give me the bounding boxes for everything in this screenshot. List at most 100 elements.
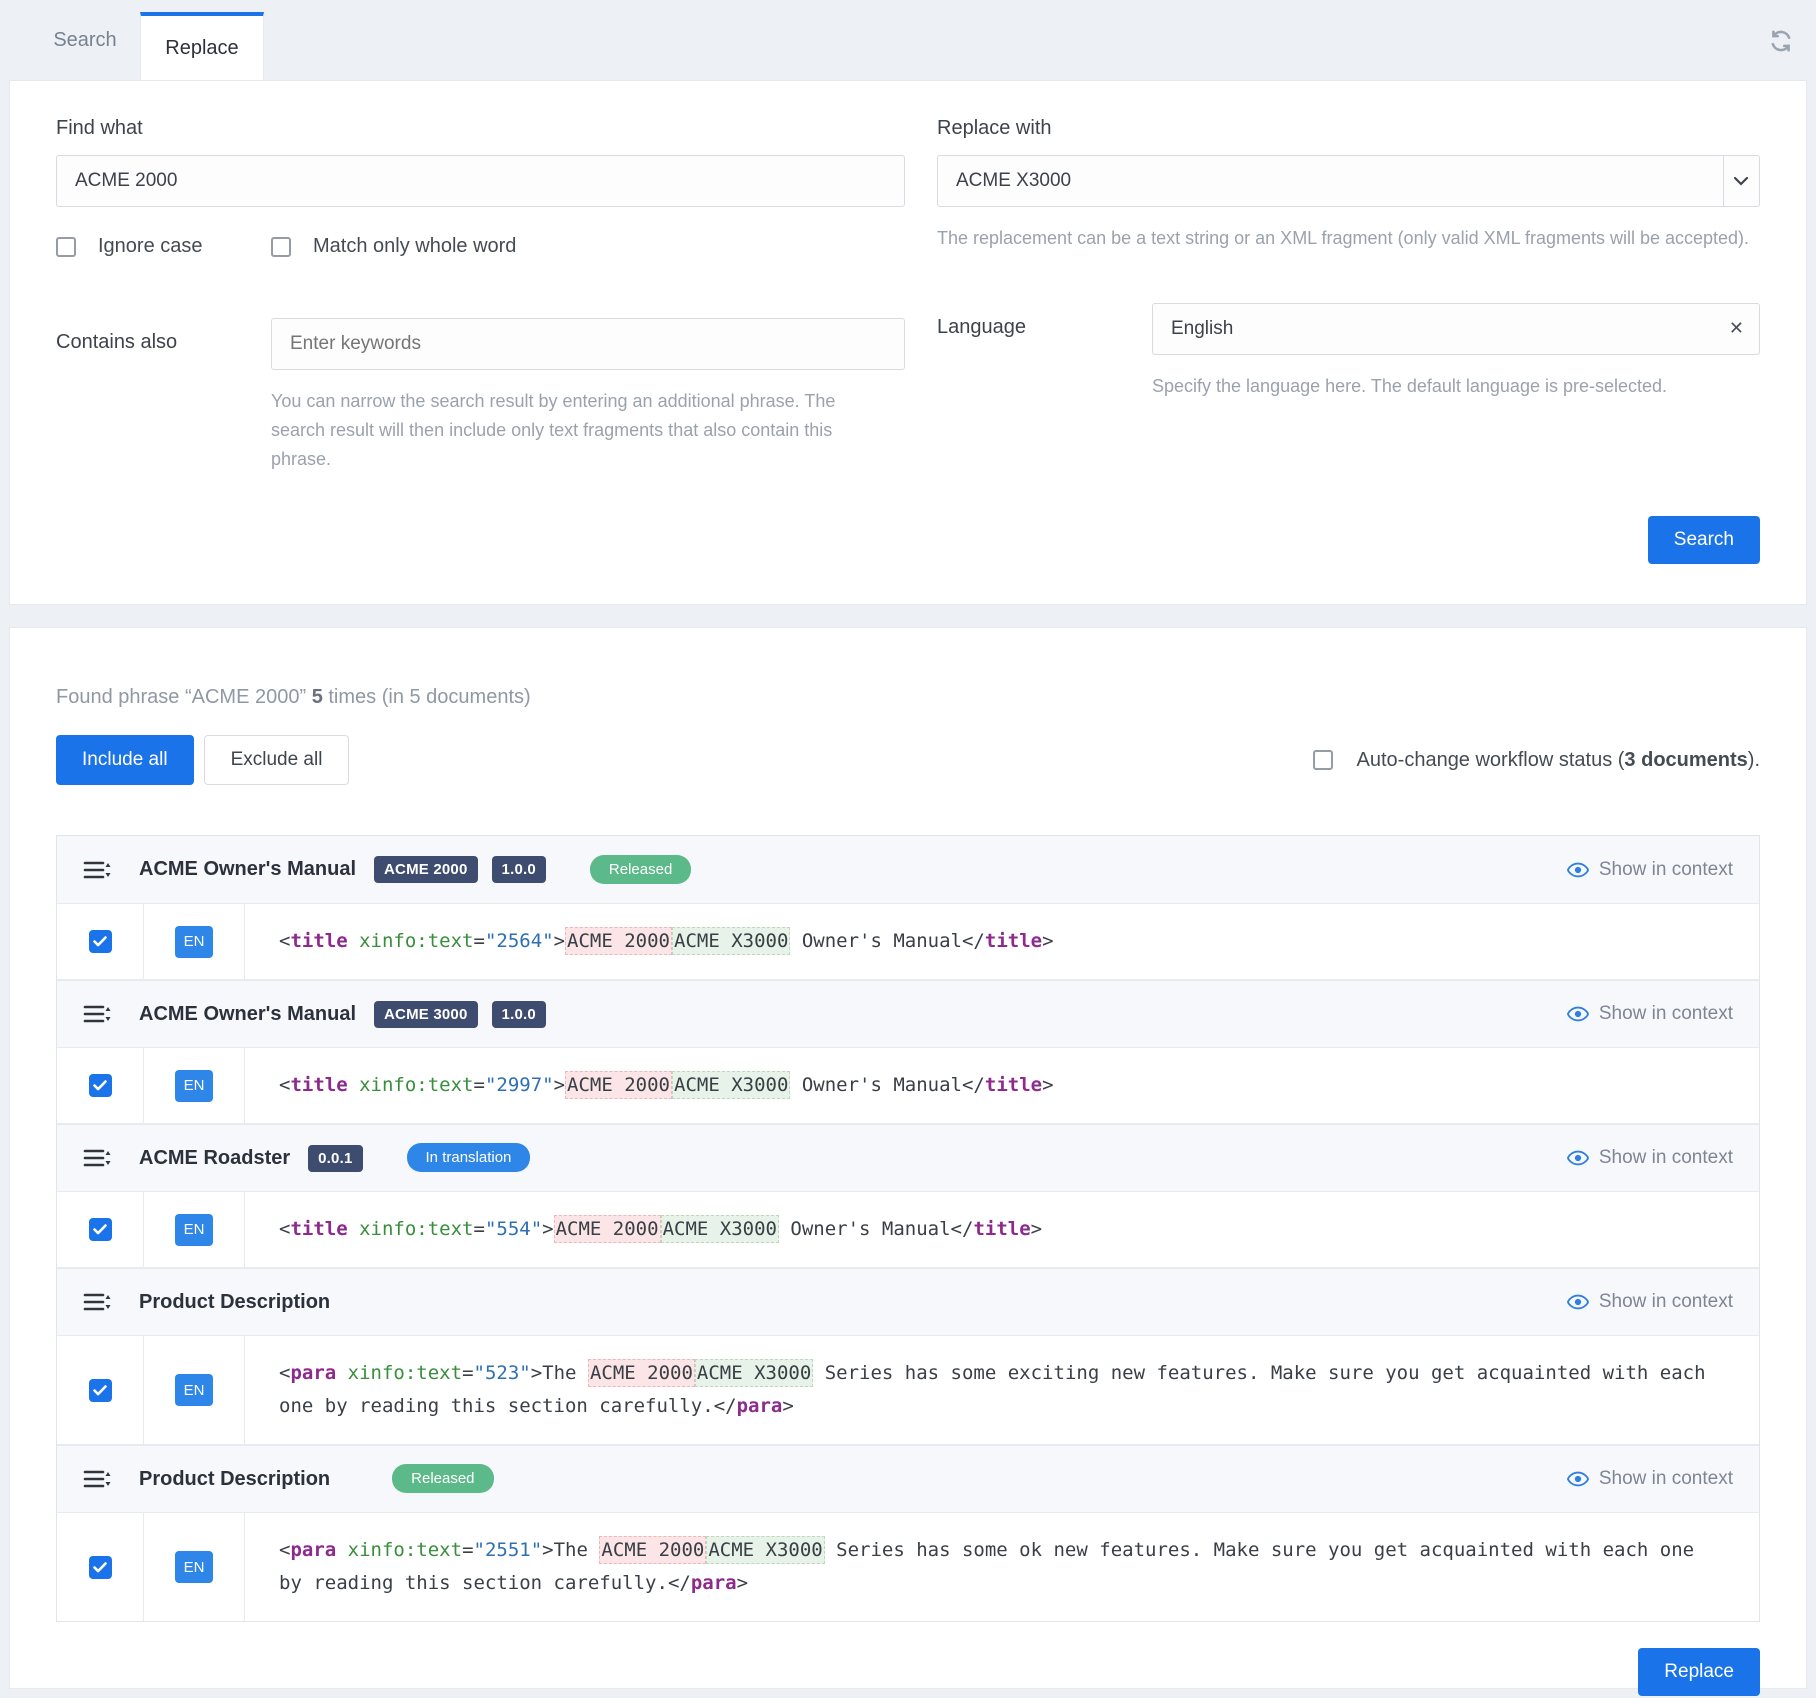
code-segment-punct: [348, 930, 359, 952]
code-segment-punct: <: [279, 1218, 290, 1240]
match-checkbox[interactable]: [89, 930, 112, 953]
find-what-input[interactable]: [56, 155, 905, 207]
match-row: EN <para xinfo:text="2551">The ACME 2000…: [57, 1513, 1759, 1621]
code-segment-old: ACME 2000: [599, 1536, 706, 1564]
language-help: Specify the language here. The default l…: [1152, 372, 1760, 401]
document-title: ACME Owner's Manual: [139, 1003, 356, 1026]
document-title: ACME Roadster: [139, 1147, 290, 1170]
document-group-header: Product Description Show in context: [57, 1268, 1759, 1336]
code-segment-punct: =: [462, 1539, 473, 1561]
contains-also-input[interactable]: [271, 318, 905, 370]
search-replace-panel: Find what Ignore case Match only whole w…: [9, 80, 1807, 605]
group-status: Released: [590, 861, 691, 879]
code-segment-old: ACME 2000: [565, 927, 672, 955]
match-row: EN <title xinfo:text="554">ACME 2000ACME…: [57, 1192, 1759, 1268]
reorder-handle-icon[interactable]: [83, 859, 111, 881]
code-line: <para xinfo:text="2551">The ACME 2000ACM…: [279, 1534, 1725, 1600]
reorder-handle-icon[interactable]: [83, 1291, 111, 1313]
code-segment-tag: para: [691, 1572, 737, 1594]
code-segment-tag: title: [290, 1074, 347, 1096]
show-in-context-label: Show in context: [1599, 1468, 1733, 1490]
code-segment-new: ACME X3000: [672, 1071, 790, 1099]
eye-icon: [1567, 1006, 1589, 1022]
show-in-context-link[interactable]: Show in context: [1567, 1003, 1733, 1025]
language-badge: EN: [175, 926, 213, 958]
document-title: Product Description: [139, 1291, 330, 1314]
replace-with-dropdown-button[interactable]: [1724, 155, 1760, 207]
code-segment-punct: </: [951, 1218, 974, 1240]
match-checkbox[interactable]: [89, 1074, 112, 1097]
code-segment-old: ACME 2000: [565, 1071, 672, 1099]
reorder-handle-icon[interactable]: [83, 1003, 111, 1025]
code-segment-punct: <: [279, 1362, 290, 1384]
include-all-button[interactable]: Include all: [56, 735, 194, 785]
search-button[interactable]: Search: [1648, 516, 1760, 564]
language-badge: EN: [175, 1551, 213, 1583]
refresh-icon[interactable]: [1768, 28, 1794, 54]
code-line: <title xinfo:text="554">ACME 2000ACME X3…: [279, 1213, 1042, 1246]
contains-also-help: You can narrow the search result by ente…: [271, 387, 866, 474]
code-segment-punct: >: [1042, 1074, 1053, 1096]
code-segment-punct: <: [279, 1539, 290, 1561]
tab-replace[interactable]: Replace: [140, 12, 264, 80]
status-badge: In translation: [407, 1143, 531, 1172]
code-segment-value: "554": [485, 1218, 542, 1240]
language-input[interactable]: [1152, 303, 1760, 355]
results-count: 5: [312, 686, 323, 708]
find-what-label: Find what: [56, 117, 905, 140]
code-segment-new: ACME X3000: [661, 1215, 779, 1243]
match-checkbox[interactable]: [89, 1556, 112, 1579]
exclude-all-button[interactable]: Exclude all: [204, 735, 350, 785]
version-badge: 1.0.0: [492, 1001, 546, 1028]
whole-word-checkbox[interactable]: [271, 237, 291, 257]
code-segment-new: ACME X3000: [672, 927, 790, 955]
code-segment-value: "2551": [474, 1539, 543, 1561]
language-badge: EN: [175, 1374, 213, 1406]
code-segment-tag: title: [985, 1074, 1042, 1096]
eye-icon: [1567, 1150, 1589, 1166]
code-segment-tag: para: [737, 1395, 783, 1417]
code-segment-punct: =: [462, 1362, 473, 1384]
code-segment-punct: </: [962, 1074, 985, 1096]
replace-with-input[interactable]: [937, 155, 1724, 207]
show-in-context-link[interactable]: Show in context: [1567, 1147, 1733, 1169]
code-segment-attr: xinfo:text: [359, 930, 473, 952]
reorder-handle-icon[interactable]: [83, 1468, 111, 1490]
code-segment-text: The: [554, 1539, 600, 1561]
code-segment-new: ACME X3000: [695, 1359, 813, 1387]
clear-language-icon[interactable]: ✕: [1729, 318, 1744, 339]
code-segment-punct: <: [279, 930, 290, 952]
code-segment-attr: xinfo:text: [348, 1539, 462, 1561]
code-segment-text: Owner's Manual: [779, 1218, 951, 1240]
replace-button[interactable]: Replace: [1638, 1648, 1760, 1696]
show-in-context-link[interactable]: Show in context: [1567, 1468, 1733, 1490]
group-status: In translation: [407, 1149, 531, 1167]
match-checkbox[interactable]: [89, 1218, 112, 1241]
eye-icon: [1567, 862, 1589, 878]
code-segment-punct: [336, 1539, 347, 1561]
show-in-context-label: Show in context: [1599, 1003, 1733, 1025]
code-segment-text: The: [542, 1362, 588, 1384]
code-segment-old: ACME 2000: [554, 1215, 661, 1243]
check-icon: [93, 1385, 107, 1396]
show-in-context-link[interactable]: Show in context: [1567, 859, 1733, 881]
language-label: Language: [937, 303, 1152, 401]
code-segment-attr: xinfo:text: [359, 1218, 473, 1240]
show-in-context-label: Show in context: [1599, 1291, 1733, 1313]
results-panel: Found phrase “ACME 2000” 5 times (in 5 d…: [9, 627, 1807, 1689]
match-checkbox[interactable]: [89, 1379, 112, 1402]
reorder-handle-icon[interactable]: [83, 1147, 111, 1169]
code-segment-tag: title: [985, 930, 1042, 952]
contains-also-label: Contains also: [56, 318, 271, 474]
auto-change-workflow-checkbox[interactable]: [1313, 750, 1333, 770]
code-segment-attr: xinfo:text: [359, 1074, 473, 1096]
results-summary: Found phrase “ACME 2000” 5 times (in 5 d…: [56, 686, 1760, 709]
ignore-case-checkbox[interactable]: [56, 237, 76, 257]
show-in-context-link[interactable]: Show in context: [1567, 1291, 1733, 1313]
code-segment-punct: =: [474, 1218, 485, 1240]
tab-search[interactable]: Search: [30, 0, 140, 80]
tab-bar: Search Replace: [0, 0, 1816, 80]
group-badges: 0.0.1: [308, 1145, 362, 1172]
code-segment-punct: >: [554, 1074, 565, 1096]
document-group-header: Product Description Released Show in con…: [57, 1445, 1759, 1513]
